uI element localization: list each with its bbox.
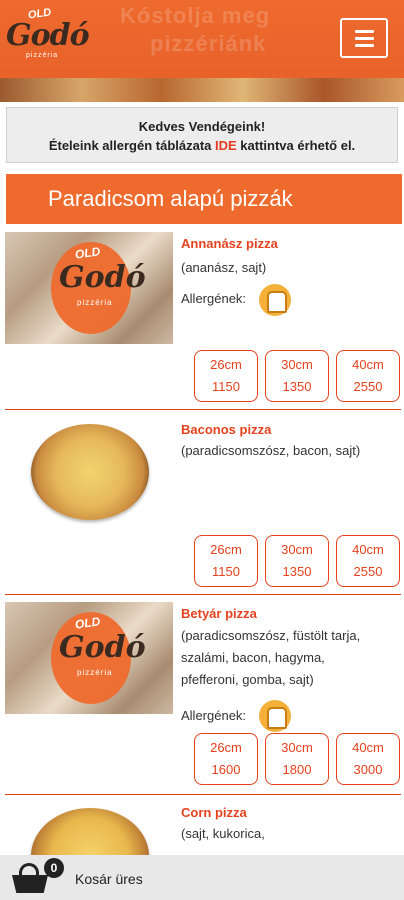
size-option-button[interactable]: 26cm 1600 xyxy=(194,733,258,785)
cart-bar[interactable]: 0 Kosár üres xyxy=(0,855,404,900)
item-image[interactable] xyxy=(5,800,173,855)
banner-ghost-text: Kóstolja meg pizzériánk xyxy=(120,3,271,56)
notice-text: Ételeink allergén táblázata IDE kattintv… xyxy=(48,138,356,153)
category-heading: Paradicsom alapú pizzák xyxy=(6,174,402,224)
item-description: (paradicsomszósz, bacon, sajt) xyxy=(181,443,361,458)
item-name: Corn pizza xyxy=(181,805,247,820)
size-options: 26cm 1150 30cm 1350 40cm 2550 xyxy=(194,350,402,402)
size-option-button[interactable]: 30cm 1350 xyxy=(265,350,329,402)
item-divider xyxy=(5,409,401,410)
site-logo[interactable]: OLD Godó pizzéria xyxy=(6,6,90,64)
menu-toggle-button[interactable] xyxy=(340,18,388,58)
top-header: Kóstolja meg pizzériánk OLD Godó pizzéri… xyxy=(0,0,404,78)
size-option-button[interactable]: 26cm 1150 xyxy=(194,350,258,402)
size-option-button[interactable]: 40cm 2550 xyxy=(336,535,400,587)
allergen-notice: Kedves Vendégeink! Ételeink allergén táb… xyxy=(6,107,398,163)
size-options: 26cm 1600 30cm 1800 40cm 3000 xyxy=(194,733,402,785)
hamburger-icon xyxy=(355,30,374,33)
size-option-button[interactable]: 26cm 1150 xyxy=(194,535,258,587)
size-option-button[interactable]: 30cm 1350 xyxy=(265,535,329,587)
gluten-allergen-icon[interactable] xyxy=(259,284,291,316)
item-image[interactable]: OLD Godó pizzéria xyxy=(5,232,173,344)
item-name: Annanász pizza xyxy=(181,236,278,251)
size-option-button[interactable]: 40cm 2550 xyxy=(336,350,400,402)
item-divider xyxy=(5,794,401,795)
pizza-photo xyxy=(31,808,149,855)
item-image[interactable] xyxy=(5,416,173,528)
size-options: 26cm 1150 30cm 1350 40cm 2550 xyxy=(194,535,402,587)
allergen-table-link[interactable]: IDE xyxy=(215,138,237,153)
item-description: (sajt, kukorica, xyxy=(181,826,265,841)
allergen-label: Allergének: xyxy=(181,708,247,723)
notice-greeting: Kedves Vendégeink! xyxy=(138,119,266,134)
pizza-photo xyxy=(31,424,149,520)
item-description: (paradicsomszósz, füstölt tarja, szalámi… xyxy=(181,628,361,687)
logo-sub-text: pizzéria xyxy=(26,52,59,59)
item-description: (ananász, sajt) xyxy=(181,260,267,275)
size-option-button[interactable]: 40cm 3000 xyxy=(336,733,400,785)
header-banner-image xyxy=(0,78,404,102)
item-divider xyxy=(5,594,401,595)
logo-main-text: Godó xyxy=(6,18,90,53)
item-name: Betyár pizza xyxy=(181,606,257,621)
item-name: Baconos pizza xyxy=(181,422,272,437)
size-option-button[interactable]: 30cm 1800 xyxy=(265,733,329,785)
item-image[interactable]: OLD Godó pizzéria xyxy=(5,602,173,714)
allergen-label: Allergének: xyxy=(181,291,247,306)
gluten-allergen-icon[interactable] xyxy=(259,700,291,732)
cart-status-label: Kosár üres xyxy=(75,871,143,887)
cart-count-badge: 0 xyxy=(44,858,64,878)
